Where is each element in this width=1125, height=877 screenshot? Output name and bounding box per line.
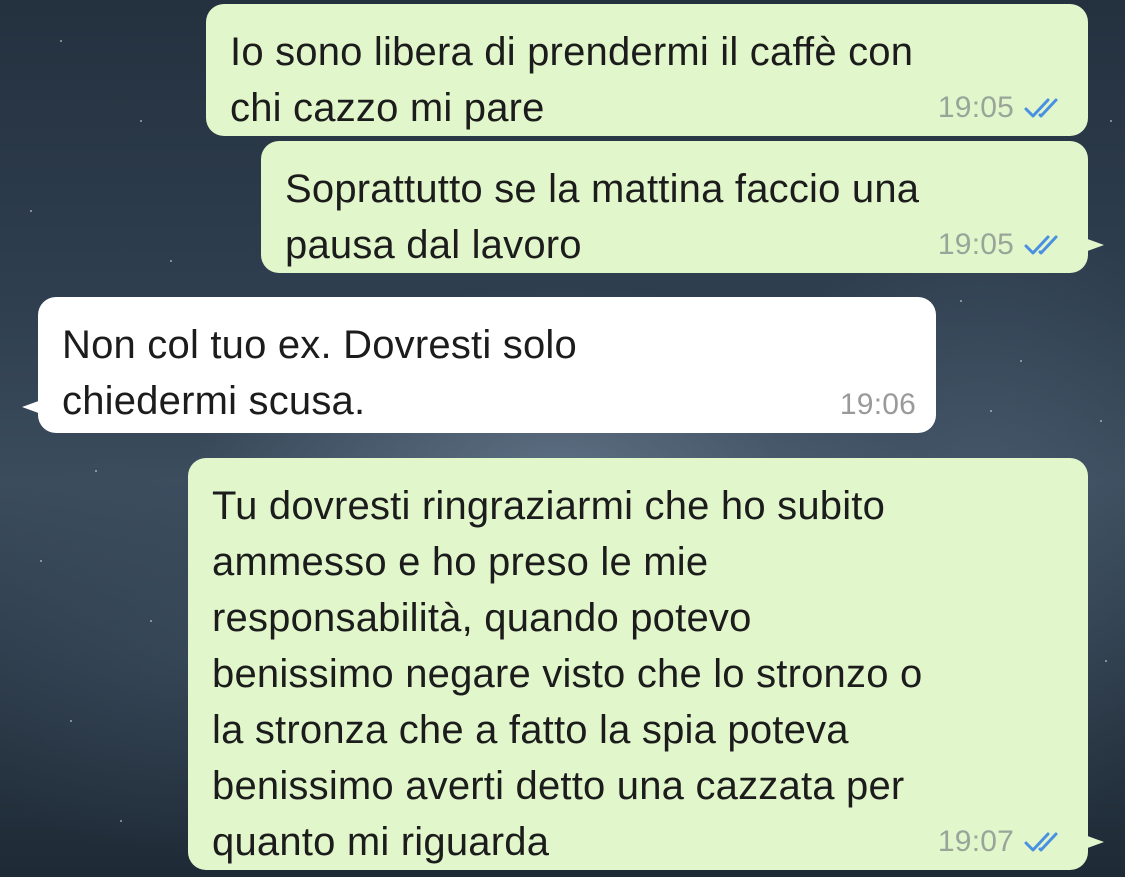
message-bubble-outgoing[interactable]: Io sono libera di prendermi il caffè con… [206, 4, 1088, 136]
message-text: Tu dovresti ringraziarmi che ho subito a… [212, 484, 923, 864]
message-meta: 19:07 [938, 824, 1068, 860]
message-bubble-outgoing[interactable]: Tu dovresti ringraziarmi che ho subito a… [188, 458, 1104, 870]
bubble-tail [1082, 834, 1104, 850]
message-meta: 19:05 [938, 227, 1068, 263]
message-meta: 19:05 [938, 90, 1068, 126]
message-meta: 19:06 [840, 387, 916, 423]
message-time: 19:06 [839, 388, 916, 421]
message-bubble-outgoing[interactable]: Soprattutto se la mattina faccio una pau… [261, 141, 1104, 273]
double-check-icon [1024, 832, 1058, 852]
message-time: 19:05 [937, 228, 1014, 261]
message-bubble-incoming[interactable]: Non col tuo ex. Dovresti solo chiedermi … [22, 297, 936, 433]
double-check-icon [1024, 98, 1058, 118]
message-text: Non col tuo ex. Dovresti solo chiedermi … [62, 323, 577, 423]
double-check-icon [1024, 235, 1058, 255]
bubble-tail [22, 399, 44, 415]
bubble-tail [1082, 237, 1104, 253]
message-time: 19:07 [937, 825, 1014, 858]
message-time: 19:05 [937, 91, 1014, 124]
